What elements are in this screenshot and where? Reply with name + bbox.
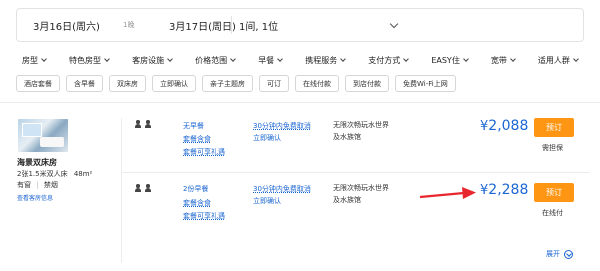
filter-featured-room[interactable]: 特色房型 — [69, 55, 110, 66]
filter-label: 价格范围 — [195, 55, 228, 65]
offer-instant-confirm[interactable]: 立即确认 — [253, 196, 281, 206]
offer-payment-type: 需担保 — [542, 144, 563, 152]
price-value: 2,088 — [488, 118, 529, 134]
room-name: 海景双床房 — [17, 158, 57, 167]
filter-row: 房型 特色房型 客房设施 价格范围 早餐 携程服务 支付方式 EASY住 宽带 … — [16, 50, 584, 70]
offer-price: ¥2,088 — [480, 118, 528, 134]
separator: | — [36, 181, 39, 189]
search-divider — [231, 16, 232, 34]
rooms-guests-select[interactable]: 1间, 1位 — [239, 9, 399, 41]
room-photo-window — [22, 123, 42, 137]
room-info-link[interactable]: 查看客房信息 — [17, 193, 53, 202]
tag-pay-online[interactable]: 在线付款 — [295, 75, 339, 92]
filter-label: 特色房型 — [69, 55, 102, 65]
filter-payment[interactable]: 支付方式 — [368, 55, 410, 66]
offer-perk-food[interactable]: 套餐含食 — [183, 198, 211, 208]
filter-label: 宽带 — [490, 55, 507, 65]
person-icon — [134, 184, 141, 193]
person-icon — [144, 184, 151, 193]
room-spec-line: 2张1.5米双人床 48m² — [17, 169, 92, 179]
offer-cancel-policy[interactable]: 30分钟内免费取消 — [253, 184, 311, 194]
room-photo[interactable] — [18, 119, 68, 152]
price-value: 2,288 — [488, 182, 529, 198]
tag-hotel-package[interactable]: 酒店套餐 — [16, 75, 60, 92]
chevron-down-icon — [340, 56, 347, 62]
section-divider — [0, 102, 600, 103]
offer-perk-gift[interactable]: 套餐可享礼遇 — [183, 147, 225, 157]
offer-cancel-policy[interactable]: 30分钟内免费取消 — [253, 121, 311, 131]
room-photo-bed — [40, 137, 64, 147]
tag-instant-confirm[interactable]: 立即确认 — [152, 75, 196, 92]
filter-label: 客房设施 — [132, 55, 165, 65]
chevron-down-icon — [462, 56, 469, 62]
filter-room-type[interactable]: 房型 — [22, 55, 47, 66]
offer-perk-food[interactable]: 套餐含食 — [183, 134, 211, 144]
room-bed-spec: 2张1.5米双人床 — [17, 170, 68, 178]
tag-bookable[interactable]: 可订 — [259, 75, 289, 92]
offer-meal: 无早餐 — [183, 122, 204, 130]
filter-label: 早餐 — [258, 55, 275, 65]
expand-toggle[interactable]: 展开 — [546, 249, 573, 259]
filter-breakfast[interactable]: 早餐 — [258, 55, 284, 66]
filter-label: EASY住 — [431, 55, 460, 65]
occupancy-icons — [134, 120, 151, 129]
offer-promo: 无限次畅玩水世界及水族馆 — [333, 121, 389, 141]
tag-breakfast-included[interactable]: 含早餐 — [66, 75, 103, 92]
checkin-date[interactable]: 3月16日(周六) — [33, 9, 100, 41]
search-bar: 3月16日(周六) 1晚 3月17日(周日) 1间, 1位 — [16, 8, 584, 42]
chevron-down-circle-icon — [564, 249, 573, 259]
room-spec-line2: 有窗 | 禁烟 — [17, 180, 58, 190]
tag-free-wifi[interactable]: 免费Wi-Fi上网 — [395, 75, 456, 92]
chevron-down-icon — [230, 56, 236, 62]
room-area: 48m² — [73, 170, 93, 178]
filter-price-range[interactable]: 价格范围 — [195, 55, 236, 66]
filter-label: 房型 — [22, 55, 38, 65]
chevron-down-icon — [573, 56, 579, 62]
chevron-down-icon — [41, 56, 47, 62]
offer-perk-gift[interactable]: 套餐可享礼遇 — [183, 211, 225, 221]
offer-payment-type: 在线付 — [542, 209, 563, 217]
offer-instant-confirm[interactable]: 立即确认 — [253, 133, 281, 143]
filter-easy-stay[interactable]: EASY住 — [431, 55, 469, 66]
person-icon — [134, 120, 141, 129]
quick-tags: 酒店套餐 含早餐 双床房 立即确认 亲子主题房 可订 在线付款 到店付款 免费W… — [16, 75, 456, 93]
tag-pay-at-hotel[interactable]: 到店付款 — [345, 75, 389, 92]
rooms-guests-value: 1间, 1位 — [239, 21, 279, 33]
tag-twin-room[interactable]: 双床房 — [109, 75, 146, 92]
nights-count: 1晚 — [123, 21, 135, 29]
red-arrow-icon — [419, 187, 476, 199]
filter-broadband[interactable]: 宽带 — [490, 55, 516, 66]
filter-label: 携程服务 — [305, 55, 338, 65]
filter-audience[interactable]: 适用人群 — [537, 55, 579, 66]
checkout-date[interactable]: 3月17日(周日) — [169, 9, 236, 41]
chevron-down-icon — [403, 56, 410, 62]
chevron-down-icon — [389, 19, 399, 28]
chevron-down-icon — [104, 56, 110, 62]
expand-label: 展开 — [546, 250, 560, 258]
offer-divider — [121, 172, 590, 173]
chevron-down-icon — [167, 56, 173, 62]
chevron-down-icon — [277, 56, 284, 62]
tag-family-theme[interactable]: 亲子主题房 — [202, 75, 253, 92]
occupancy-icons — [134, 184, 151, 193]
filter-label: 适用人群 — [537, 55, 570, 65]
person-icon — [144, 120, 151, 129]
column-divider — [121, 118, 122, 263]
book-button[interactable]: 预订 — [534, 118, 574, 137]
book-button[interactable]: 预订 — [534, 183, 574, 202]
filter-ctrip-service[interactable]: 携程服务 — [305, 55, 347, 66]
room-window: 有窗 — [17, 181, 31, 189]
offer-price: ¥2,288 — [480, 182, 528, 198]
offer-promo: 无限次畅玩水世界及水族馆 — [333, 184, 389, 204]
offer-meal: 2份早餐 — [183, 185, 209, 193]
room-smoking: 禁烟 — [43, 181, 58, 189]
filter-label: 支付方式 — [368, 55, 401, 65]
filter-amenities[interactable]: 客房设施 — [132, 55, 173, 66]
chevron-down-icon — [510, 56, 516, 62]
